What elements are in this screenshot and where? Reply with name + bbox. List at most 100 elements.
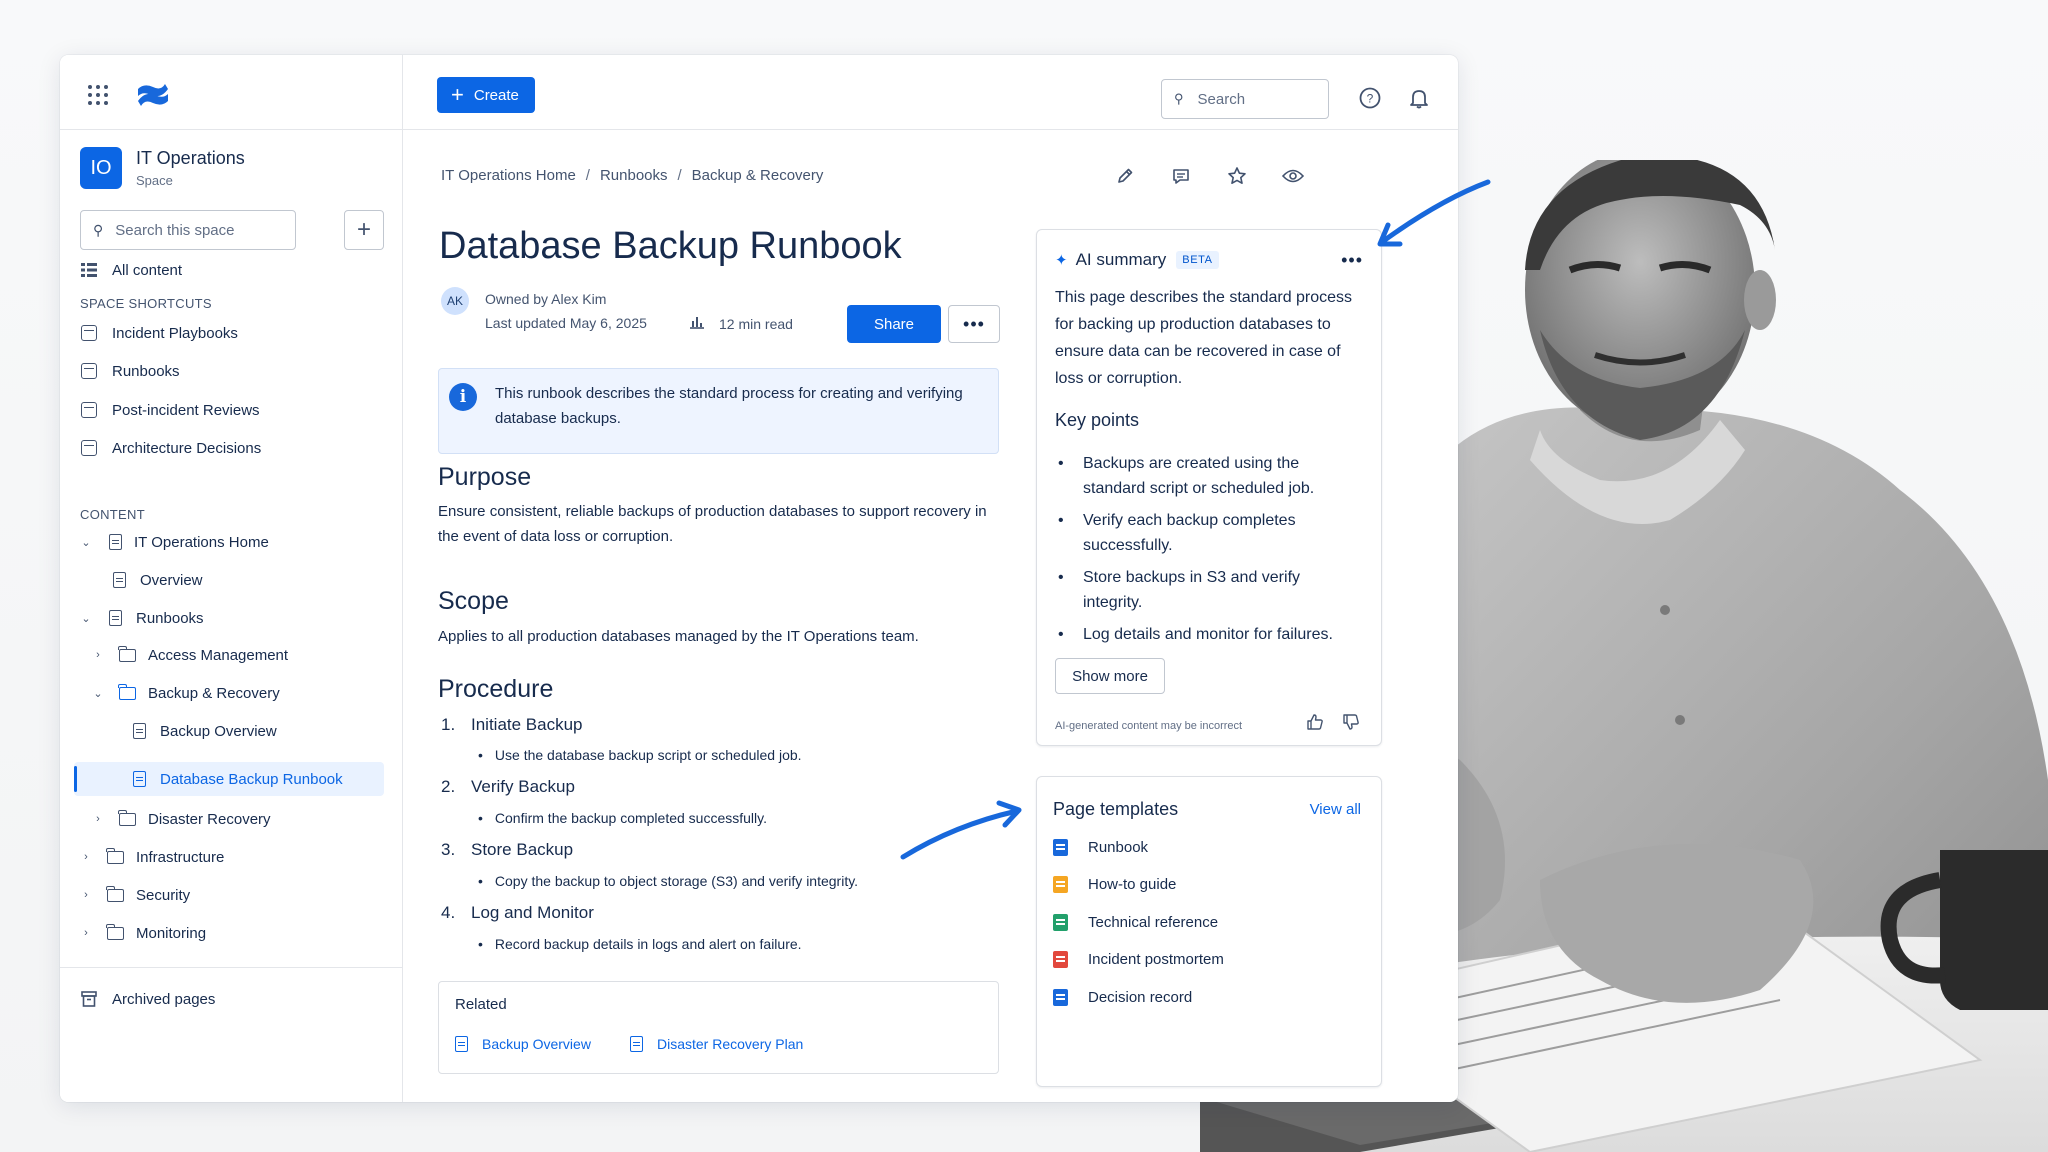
app-switcher-icon[interactable] (88, 85, 108, 105)
sidebar-item-archived-pages[interactable]: Archived pages (80, 984, 215, 1014)
global-search-input[interactable]: ⚲ Search (1161, 79, 1329, 119)
author-avatar[interactable]: AK (441, 287, 469, 315)
chevron-right-icon[interactable]: › (92, 813, 104, 825)
related-link-label: Backup Overview (482, 1036, 591, 1052)
procedure-step: 3. Store Backup (441, 840, 573, 860)
info-icon: i (449, 383, 477, 411)
templates-callout-arrow-icon (900, 800, 1022, 860)
show-more-button[interactable]: Show more (1055, 658, 1165, 694)
breadcrumb-item[interactable]: Backup & Recovery (692, 167, 824, 184)
page-templates-title: Page templates (1053, 799, 1179, 819)
key-point: Verify each backup completes successfull… (1058, 508, 1353, 558)
how-to-template-icon (1053, 876, 1068, 893)
ai-summary-panel: ✦ AI summary BETA ••• This page describe… (1036, 229, 1382, 746)
technical-reference-template-icon (1053, 914, 1068, 931)
page-title: Database Backup Runbook (439, 225, 902, 267)
folder-icon (106, 923, 124, 940)
template-technical-reference[interactable]: Technical reference (1053, 914, 1218, 931)
create-button[interactable]: + Create (437, 77, 535, 113)
runbook-template-icon (1053, 839, 1068, 856)
template-incident-postmortem[interactable]: Incident postmortem (1053, 951, 1224, 968)
key-points-heading: Key points (1055, 410, 1140, 430)
tree-item-infrastructure[interactable]: › Infrastructure (80, 842, 224, 872)
related-link-label: Disaster Recovery Plan (657, 1036, 804, 1052)
page-icon (112, 572, 126, 588)
step-detail: Confirm the backup completed successfull… (478, 810, 767, 826)
chevron-right-icon[interactable]: › (80, 851, 92, 863)
template-how-to-guide[interactable]: How-to guide (1053, 876, 1176, 893)
ai-summary-title: AI summary (1075, 250, 1167, 269)
page-byline: AK Owned by Alex Kim Last updated May 6,… (441, 287, 647, 335)
comment-icon[interactable] (1168, 163, 1194, 189)
more-actions-button[interactable]: ••• (948, 305, 1000, 343)
tree-item-database-backup-runbook[interactable]: Database Backup Runbook (130, 764, 343, 794)
sidebar-shortcut-incident-playbooks[interactable]: Incident Playbooks (80, 318, 238, 348)
watch-eye-icon[interactable] (1280, 163, 1306, 189)
tree-item-label: Backup & Recovery (148, 684, 280, 702)
page-last-updated: Last updated May 6, 2025 (485, 315, 647, 331)
tree-item-runbooks[interactable]: ⌄ Runbooks (80, 603, 204, 633)
page-owner: Owned by Alex Kim (485, 291, 607, 307)
thumbs-up-icon[interactable] (1307, 714, 1323, 735)
help-icon[interactable]: ? (1357, 85, 1383, 111)
ai-summary-callout-arrow-icon (1377, 179, 1491, 247)
tree-item-overview[interactable]: Overview (110, 565, 203, 595)
space-search-input[interactable]: ⚲ Search this space (80, 210, 296, 250)
notifications-bell-icon[interactable] (1406, 85, 1432, 111)
template-runbook[interactable]: Runbook (1053, 839, 1148, 856)
tree-item-label: Infrastructure (136, 848, 225, 866)
list-icon (80, 261, 98, 279)
edit-pencil-icon[interactable] (1112, 163, 1138, 189)
sidebar-item-label: Post-incident Reviews (112, 401, 260, 419)
archive-icon (80, 990, 98, 1008)
star-icon[interactable] (1224, 163, 1250, 189)
read-time-label: 12 min read (719, 315, 793, 332)
tree-item-backup-overview[interactable]: Backup Overview (130, 716, 277, 746)
breadcrumb-item[interactable]: Runbooks (600, 167, 668, 184)
chevron-right-icon[interactable]: › (92, 649, 104, 661)
tree-item-access-management[interactable]: › Access Management (92, 640, 288, 670)
search-icon: ⚲ (93, 221, 104, 238)
chevron-right-icon[interactable]: › (80, 889, 92, 901)
key-point: Store backups in S3 and verify integrity… (1058, 565, 1353, 615)
step-number: 1. (441, 715, 456, 734)
sidebar-item-label: Archived pages (112, 990, 216, 1008)
tree-item-monitoring[interactable]: › Monitoring (80, 918, 206, 948)
confluence-logo-icon[interactable] (135, 77, 171, 113)
space-name: IT Operations (136, 148, 245, 168)
sidebar-item-all-content[interactable]: All content (80, 255, 182, 285)
plus-icon: + (451, 82, 464, 107)
related-link-backup-overview[interactable]: Backup Overview (455, 1036, 591, 1052)
chevron-down-icon[interactable]: ⌄ (80, 612, 92, 625)
tree-item-backup-recovery[interactable]: ⌄ Backup & Recovery (92, 678, 280, 708)
sidebar-shortcut-post-incident-reviews[interactable]: Post-incident Reviews (80, 395, 260, 425)
shortcut-icon (81, 440, 97, 456)
view-all-link[interactable]: View all (1310, 801, 1361, 818)
chevron-right-icon[interactable]: › (80, 927, 92, 939)
tree-item-disaster-recovery[interactable]: › Disaster Recovery (92, 804, 271, 834)
space-header[interactable]: IO IT Operations Space (80, 147, 245, 189)
tree-item-security[interactable]: › Security (80, 880, 190, 910)
thumbs-down-icon[interactable] (1343, 714, 1359, 735)
breadcrumb-item[interactable]: IT Operations Home (441, 167, 576, 184)
breadcrumb-separator: / (677, 167, 682, 184)
space-shortcuts-heading: SPACE SHORTCUTS (80, 296, 212, 311)
related-link-disaster-recovery-plan[interactable]: Disaster Recovery Plan (630, 1036, 803, 1052)
template-label: How-to guide (1088, 876, 1177, 893)
tree-item-label: Overview (140, 571, 203, 589)
add-content-button[interactable]: + (344, 210, 384, 250)
sidebar-shortcut-architecture-decisions[interactable]: Architecture Decisions (80, 433, 261, 463)
key-point: Log details and monitor for failures. (1058, 622, 1353, 647)
ai-sparkle-icon: ✦ (1055, 252, 1068, 269)
template-decision-record[interactable]: Decision record (1053, 989, 1192, 1006)
sidebar-shortcut-runbooks[interactable]: Runbooks (80, 356, 180, 386)
tree-item-it-operations-home[interactable]: ⌄ IT Operations Home (80, 527, 268, 557)
share-button[interactable]: Share (847, 305, 941, 343)
read-time: 12 min read (689, 315, 793, 332)
purpose-text: Ensure consistent, reliable backups of p… (438, 503, 987, 545)
sidebar-item-label: Incident Playbooks (112, 324, 238, 342)
chevron-down-icon[interactable]: ⌄ (80, 536, 92, 549)
tree-item-label: Runbooks (136, 609, 204, 627)
tree-item-label: Security (136, 886, 191, 904)
chevron-down-icon[interactable]: ⌄ (92, 687, 104, 700)
